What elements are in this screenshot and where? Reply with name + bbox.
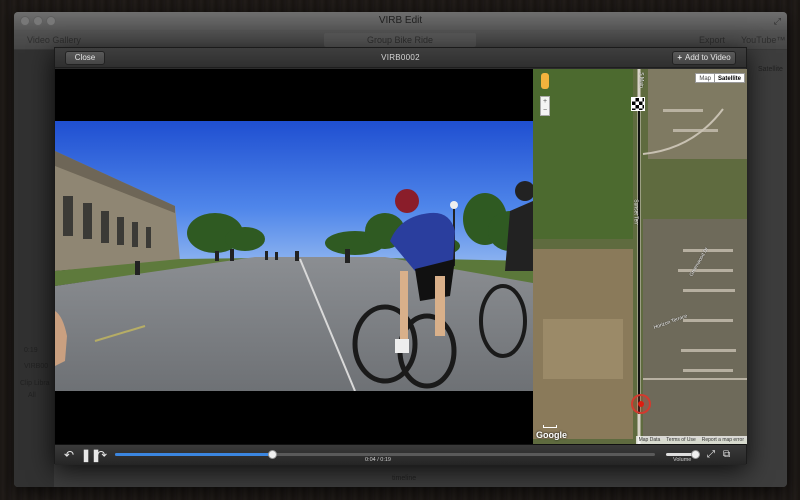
forward-icon[interactable]: ↷ <box>97 448 107 462</box>
rewind-icon[interactable]: ↶ <box>64 448 74 462</box>
modal-title: VIRB0002 <box>381 53 420 62</box>
current-position-marker <box>631 394 651 414</box>
terms-of-use-link[interactable]: Terms of Use <box>663 436 698 444</box>
timeline-progress <box>115 453 272 456</box>
position-dot <box>638 401 644 407</box>
video-frame[interactable] <box>55 121 533 391</box>
street-label: S Main <box>637 72 644 88</box>
fullscreen-icon[interactable]: ⤢ <box>707 448 715 462</box>
volume-knob[interactable] <box>690 450 700 459</box>
google-logo: Google <box>536 430 567 440</box>
modal-header: Close VIRB0002 + Add to Video <box>55 48 746 68</box>
video-preview-modal: Close VIRB0002 + Add to Video + − Map Sa… <box>54 47 747 465</box>
popout-icon[interactable]: ⧉ <box>723 448 730 462</box>
add-to-video-label: Add to Video <box>685 53 731 62</box>
map-footer: Map Data Terms of Use Report a map error <box>635 436 747 444</box>
route-map[interactable]: + − Map Satellite S Main Sunset Terr Gree… <box>533 69 747 444</box>
volume-slider[interactable] <box>666 450 700 459</box>
plus-icon: + <box>677 53 682 62</box>
map-data-link[interactable]: Map Data <box>636 436 664 444</box>
video-player[interactable] <box>55 69 533 444</box>
map-type-satellite-button[interactable]: Satellite <box>713 73 745 83</box>
street-view-pegman-icon[interactable] <box>541 73 549 89</box>
satellite-map-image <box>533 69 747 444</box>
street-label: Sunset Terr <box>632 199 639 225</box>
map-type-map-button[interactable]: Map <box>695 73 715 83</box>
timeline-playhead[interactable] <box>267 450 277 459</box>
playback-controls: ↶ ❚❚ ↷ 0:04 / 0:19 Volume ⤢ ⧉ <box>55 444 746 465</box>
volume-label: Volume <box>673 457 692 463</box>
video-frame-image <box>55 121 533 391</box>
map-zoom-control[interactable]: + − <box>540 96 550 116</box>
add-to-video-button[interactable]: + Add to Video <box>672 51 736 65</box>
finish-flag-icon <box>631 97 645 111</box>
timeline-scrubber[interactable] <box>115 450 655 459</box>
map-scale-bar <box>543 425 557 428</box>
report-map-error-link[interactable]: Report a map error <box>699 436 747 444</box>
time-readout: 0:04 / 0:19 <box>365 457 391 463</box>
